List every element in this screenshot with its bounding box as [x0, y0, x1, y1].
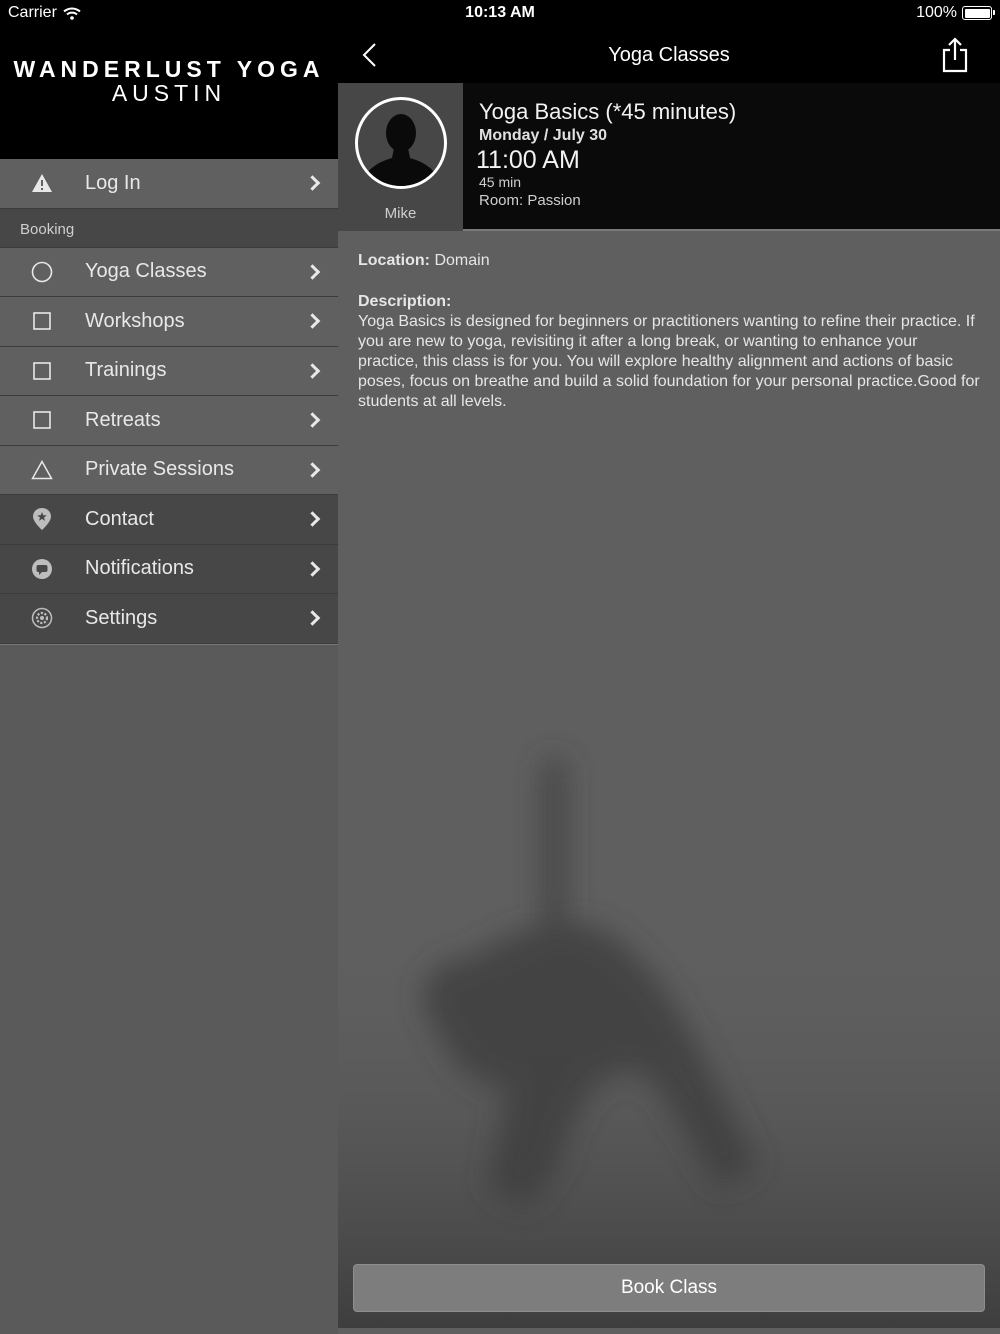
sidebar-item-settings[interactable]: Settings — [0, 594, 338, 644]
brand-name: WANDERLUST YOGA — [13, 56, 325, 82]
warning-icon — [30, 171, 54, 195]
sidebar-item-contact[interactable]: Contact — [0, 495, 338, 545]
sidebar-item-workshops[interactable]: Workshops — [0, 297, 338, 347]
location-value: Domain — [434, 252, 490, 269]
sidebar-item-notifications[interactable]: Notifications — [0, 544, 338, 594]
square-icon — [30, 408, 54, 432]
chevron-right-icon — [304, 461, 321, 478]
brand-city: AUSTIN — [111, 80, 227, 106]
class-info: Yoga Basics (*45 minutes) Monday / July … — [476, 99, 737, 209]
chevron-right-icon — [304, 362, 321, 379]
sidebar-item-label: Log In — [85, 171, 141, 194]
person-silhouette-icon — [364, 114, 438, 186]
chevron-right-icon — [304, 511, 321, 528]
class-date: Monday / July 30 — [479, 127, 608, 144]
chevron-right-icon — [304, 412, 321, 429]
book-class-button[interactable]: Book Class — [353, 1264, 985, 1312]
location-label: Location: — [358, 252, 430, 269]
square-icon — [30, 359, 54, 383]
sidebar-item-label: Workshops — [85, 309, 185, 332]
sidebar-item-login[interactable]: Log In — [0, 159, 338, 209]
page-title: Yoga Classes — [608, 44, 730, 66]
instructor-name: Mike — [384, 205, 417, 222]
chevron-right-icon — [304, 175, 321, 192]
battery-icon — [962, 6, 995, 20]
sidebar: WANDERLUST YOGA AUSTIN Log In Booking Yo… — [0, 28, 338, 1334]
navigation-bar: Yoga Classes — [338, 28, 1000, 83]
sidebar-item-label: Retreats — [85, 408, 161, 431]
sidebar-item-label: Notifications — [85, 557, 194, 580]
class-title: Yoga Basics (*45 minutes) — [479, 99, 737, 124]
instructor-card[interactable]: Mike — [338, 83, 463, 231]
class-room: Room: Passion — [479, 192, 581, 209]
sidebar-item-label: Private Sessions — [85, 458, 234, 481]
chevron-right-icon — [304, 610, 321, 627]
sidebar-item-label: Yoga Classes — [85, 260, 207, 283]
sidebar-item-label: Settings — [85, 606, 158, 629]
sidebar-item-retreats[interactable]: Retreats — [0, 396, 338, 446]
chevron-right-icon — [304, 313, 321, 330]
status-bar: Carrier 10:13 AM 100% — [0, 0, 1000, 28]
section-header-booking: Booking — [0, 208, 338, 248]
class-time: 11:00 AM — [476, 146, 580, 174]
square-icon — [30, 309, 54, 333]
gear-icon — [30, 606, 54, 630]
sidebar-empty-area — [0, 643, 338, 645]
chevron-right-icon — [304, 263, 321, 280]
status-time: 10:13 AM — [465, 4, 535, 21]
chat-bubble-icon — [30, 557, 54, 581]
brand-logo: WANDERLUST YOGA AUSTIN — [0, 28, 338, 159]
sidebar-item-label: Contact — [85, 507, 154, 530]
battery-percent: 100% — [916, 4, 957, 21]
avatar — [355, 97, 447, 189]
class-details: Location: Domain Description: Yoga Basic… — [338, 231, 1000, 412]
sidebar-item-label: Trainings — [85, 359, 167, 382]
class-detail-panel: Yoga Classes Mike Yoga Basics (*45 minut… — [338, 28, 1000, 1334]
triangle-icon — [30, 458, 54, 482]
sidebar-item-yoga-classes[interactable]: Yoga Classes — [0, 247, 338, 297]
share-icon[interactable] — [940, 36, 970, 74]
sidebar-item-private-sessions[interactable]: Private Sessions — [0, 445, 338, 495]
location-row: Location: Domain — [358, 251, 980, 271]
chevron-right-icon — [304, 560, 321, 577]
circle-icon — [30, 260, 54, 284]
battery-indicator: 100% — [916, 4, 995, 22]
sidebar-item-trainings[interactable]: Trainings — [0, 346, 338, 396]
background-yoga-photo — [338, 758, 1000, 1328]
description-label: Description: — [358, 293, 452, 310]
class-duration: 45 min — [479, 174, 522, 190]
class-header: Mike Yoga Basics (*45 minutes) Monday / … — [338, 83, 1000, 231]
location-pin-icon — [30, 507, 54, 531]
description-text: Yoga Basics is designed for beginners or… — [358, 313, 980, 410]
